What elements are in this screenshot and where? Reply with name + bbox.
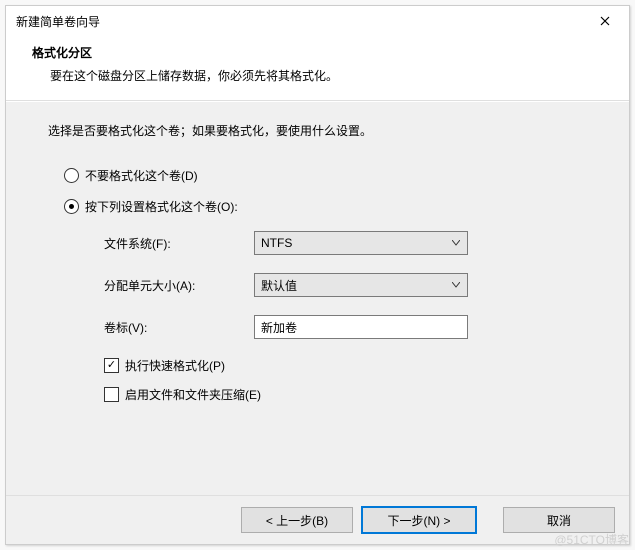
filesystem-row: 文件系统(F): NTFS	[104, 231, 587, 255]
filesystem-combo[interactable]: NTFS	[254, 231, 468, 255]
format-options: 文件系统(F): NTFS 分配单元大小(A): 默认值	[48, 231, 587, 403]
cancel-button[interactable]: 取消	[503, 507, 615, 533]
volume-label: 卷标(V):	[104, 319, 254, 336]
close-icon	[600, 16, 610, 26]
volume-label-row: 卷标(V): 新加卷	[104, 315, 587, 339]
compression-label: 启用文件和文件夹压缩(E)	[125, 386, 261, 403]
next-button[interactable]: 下一步(N) >	[361, 506, 477, 534]
radio-icon	[64, 199, 79, 214]
header-area: 格式化分区 要在这个磁盘分区上储存数据，你必须先将其格式化。	[6, 36, 629, 101]
wizard-window: 新建简单卷向导 格式化分区 要在这个磁盘分区上储存数据，你必须先将其格式化。 选…	[5, 5, 630, 545]
body-area: 选择是否要格式化这个卷；如果要格式化，要使用什么设置。 不要格式化这个卷(D) …	[6, 101, 629, 495]
allocation-combo[interactable]: 默认值	[254, 273, 468, 297]
radio-icon	[64, 168, 79, 183]
radio-do-format-label: 按下列设置格式化这个卷(O):	[85, 198, 238, 215]
filesystem-value: NTFS	[261, 236, 292, 250]
footer: < 上一步(B) 下一步(N) > 取消	[6, 495, 629, 544]
checkbox-icon	[104, 387, 119, 402]
radio-no-format-label: 不要格式化这个卷(D)	[85, 167, 198, 184]
window-title: 新建简单卷向导	[16, 13, 100, 30]
quick-format-label: 执行快速格式化(P)	[125, 357, 225, 374]
radio-no-format[interactable]: 不要格式化这个卷(D)	[48, 167, 587, 184]
page-subtitle: 要在这个磁盘分区上储存数据，你必须先将其格式化。	[32, 67, 609, 84]
chevron-down-icon	[451, 240, 461, 246]
back-button[interactable]: < 上一步(B)	[241, 507, 353, 533]
body-description: 选择是否要格式化这个卷；如果要格式化，要使用什么设置。	[48, 122, 587, 139]
titlebar: 新建简单卷向导	[6, 6, 629, 36]
radio-do-format[interactable]: 按下列设置格式化这个卷(O):	[48, 198, 587, 215]
volume-label-input[interactable]: 新加卷	[254, 315, 468, 339]
back-button-label: < 上一步(B)	[266, 512, 328, 529]
page-title: 格式化分区	[32, 44, 609, 61]
compression-checkbox[interactable]: 启用文件和文件夹压缩(E)	[104, 386, 587, 403]
quick-format-checkbox[interactable]: 执行快速格式化(P)	[104, 357, 587, 374]
chevron-down-icon	[451, 282, 461, 288]
allocation-label: 分配单元大小(A):	[104, 277, 254, 294]
filesystem-label: 文件系统(F):	[104, 235, 254, 252]
volume-label-value: 新加卷	[261, 319, 297, 336]
cancel-button-label: 取消	[547, 512, 571, 529]
checkbox-icon	[104, 358, 119, 373]
next-button-label: 下一步(N) >	[387, 512, 450, 529]
allocation-value: 默认值	[261, 277, 297, 294]
allocation-row: 分配单元大小(A): 默认值	[104, 273, 587, 297]
close-button[interactable]	[585, 7, 625, 35]
